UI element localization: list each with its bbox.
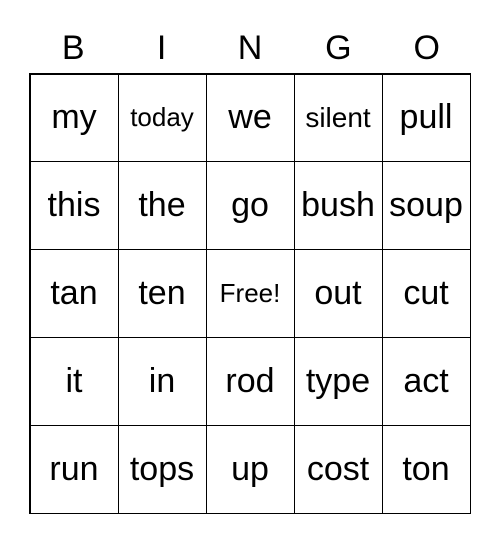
bingo-cell: tan	[29, 249, 119, 338]
bingo-cell: my	[29, 73, 119, 163]
bingo-cell: run	[29, 424, 119, 514]
bingo-cell: out	[293, 249, 383, 338]
bingo-cell: pull	[381, 73, 471, 163]
bingo-cell: up	[205, 424, 295, 514]
bingo-cell: bush	[293, 161, 383, 251]
bingo-cell: rod	[205, 336, 295, 426]
bingo-cell: cost	[293, 424, 383, 514]
bingo-cell: tops	[117, 424, 207, 514]
bingo-grid: my today we silent pull this the go bush soup tan t…	[29, 73, 471, 514]
bingo-cell: go	[205, 161, 295, 251]
bingo-cell: ton	[381, 424, 471, 514]
bingo-cell: the	[117, 161, 207, 251]
bingo-cell: cut	[381, 249, 471, 338]
bingo-header: B I N G O	[29, 28, 471, 68]
bingo-cell: we	[205, 73, 295, 163]
bingo-cell: soup	[381, 161, 471, 251]
free-space-cell: Free!	[205, 249, 295, 338]
bingo-cell: type	[293, 336, 383, 426]
bingo-cell: this	[29, 161, 119, 251]
header-letter: I	[156, 29, 167, 67]
bingo-cell: it	[29, 336, 119, 426]
bingo-cell: in	[117, 336, 207, 426]
header-letter: G	[325, 29, 352, 67]
bingo-cell: ten	[117, 249, 207, 338]
bingo-cell: act	[381, 336, 471, 426]
bingo-cell: today	[117, 73, 207, 163]
header-letter: B	[61, 29, 85, 67]
bingo-cell: silent	[293, 73, 383, 163]
header-letter: N	[237, 29, 263, 67]
header-letter: O	[413, 29, 440, 67]
